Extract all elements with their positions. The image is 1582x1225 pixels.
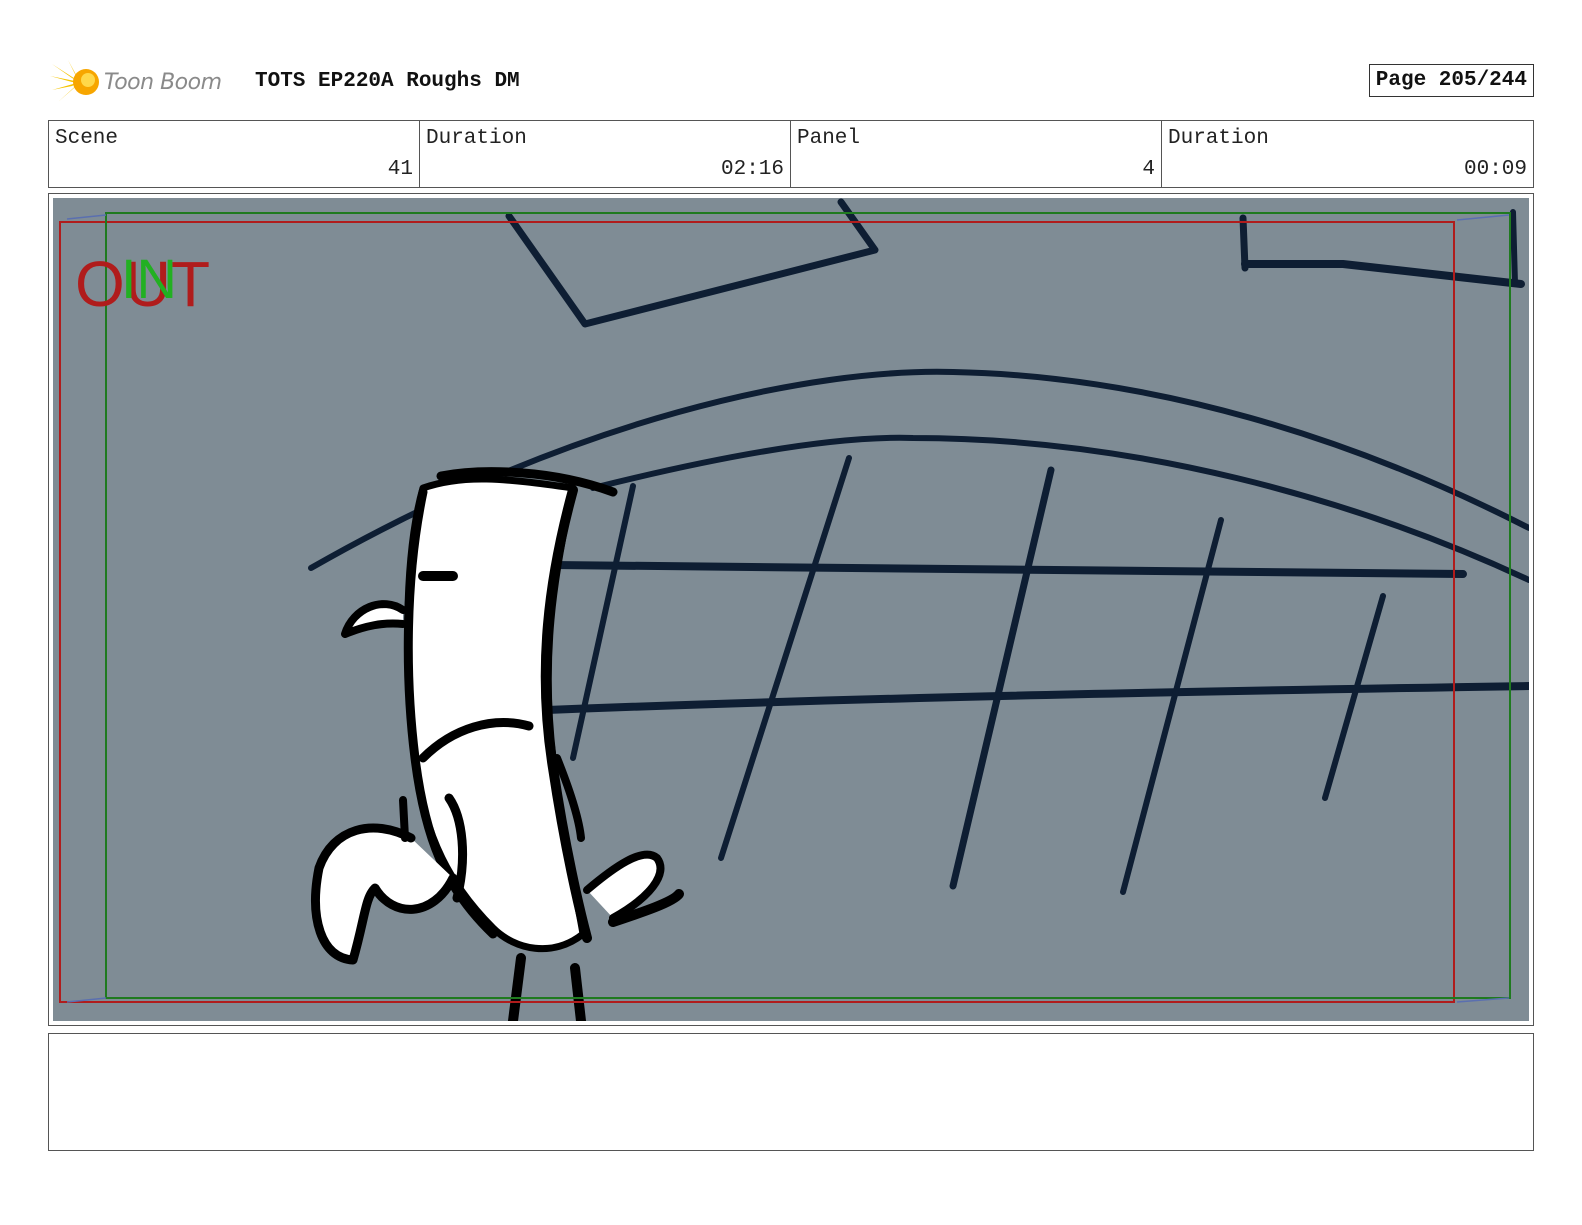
notes-box: [48, 1033, 1534, 1151]
panel-cell: Panel 4: [791, 121, 1162, 187]
header: Toon Boom TOTS EP220A Roughs DM Page 205…: [50, 56, 1534, 108]
panel-sketch: OUT IN: [59, 198, 1529, 1021]
panel-image: OUT IN: [53, 198, 1529, 1021]
scene-value: 41: [387, 158, 413, 181]
panel-value: 4: [1142, 158, 1155, 181]
out-frame: [59, 221, 1455, 1003]
scene-info-table: Scene 41 Duration 02:16 Panel 4 Duration…: [48, 120, 1534, 188]
scene-label: Scene: [55, 127, 119, 150]
logo-text: Toon Boom: [104, 69, 222, 95]
scene-cell: Scene 41: [49, 121, 420, 187]
starburst-icon: [50, 60, 99, 102]
panel-duration-cell: Duration 00:09: [1162, 121, 1533, 187]
scene-duration-cell: Duration 02:16: [420, 121, 791, 187]
toon-boom-logo: Toon Boom: [50, 56, 222, 108]
document-title: TOTS EP220A Roughs DM: [255, 70, 520, 93]
storyboard-page: Toon Boom TOTS EP220A Roughs DM Page 205…: [0, 0, 1582, 1225]
character-figure: [311, 467, 684, 1021]
scene-duration-label: Duration: [426, 127, 527, 150]
scene-duration-value: 02:16: [720, 158, 784, 181]
panel-duration-value: 00:09: [1463, 158, 1527, 181]
camera-frames: [59, 212, 1511, 1003]
panel-frame: OUT IN: [48, 193, 1534, 1026]
in-label: IN: [121, 247, 177, 310]
panel-label: Panel: [797, 127, 861, 150]
panel-duration-label: Duration: [1168, 127, 1269, 150]
page-number: Page 205/244: [1368, 64, 1534, 97]
